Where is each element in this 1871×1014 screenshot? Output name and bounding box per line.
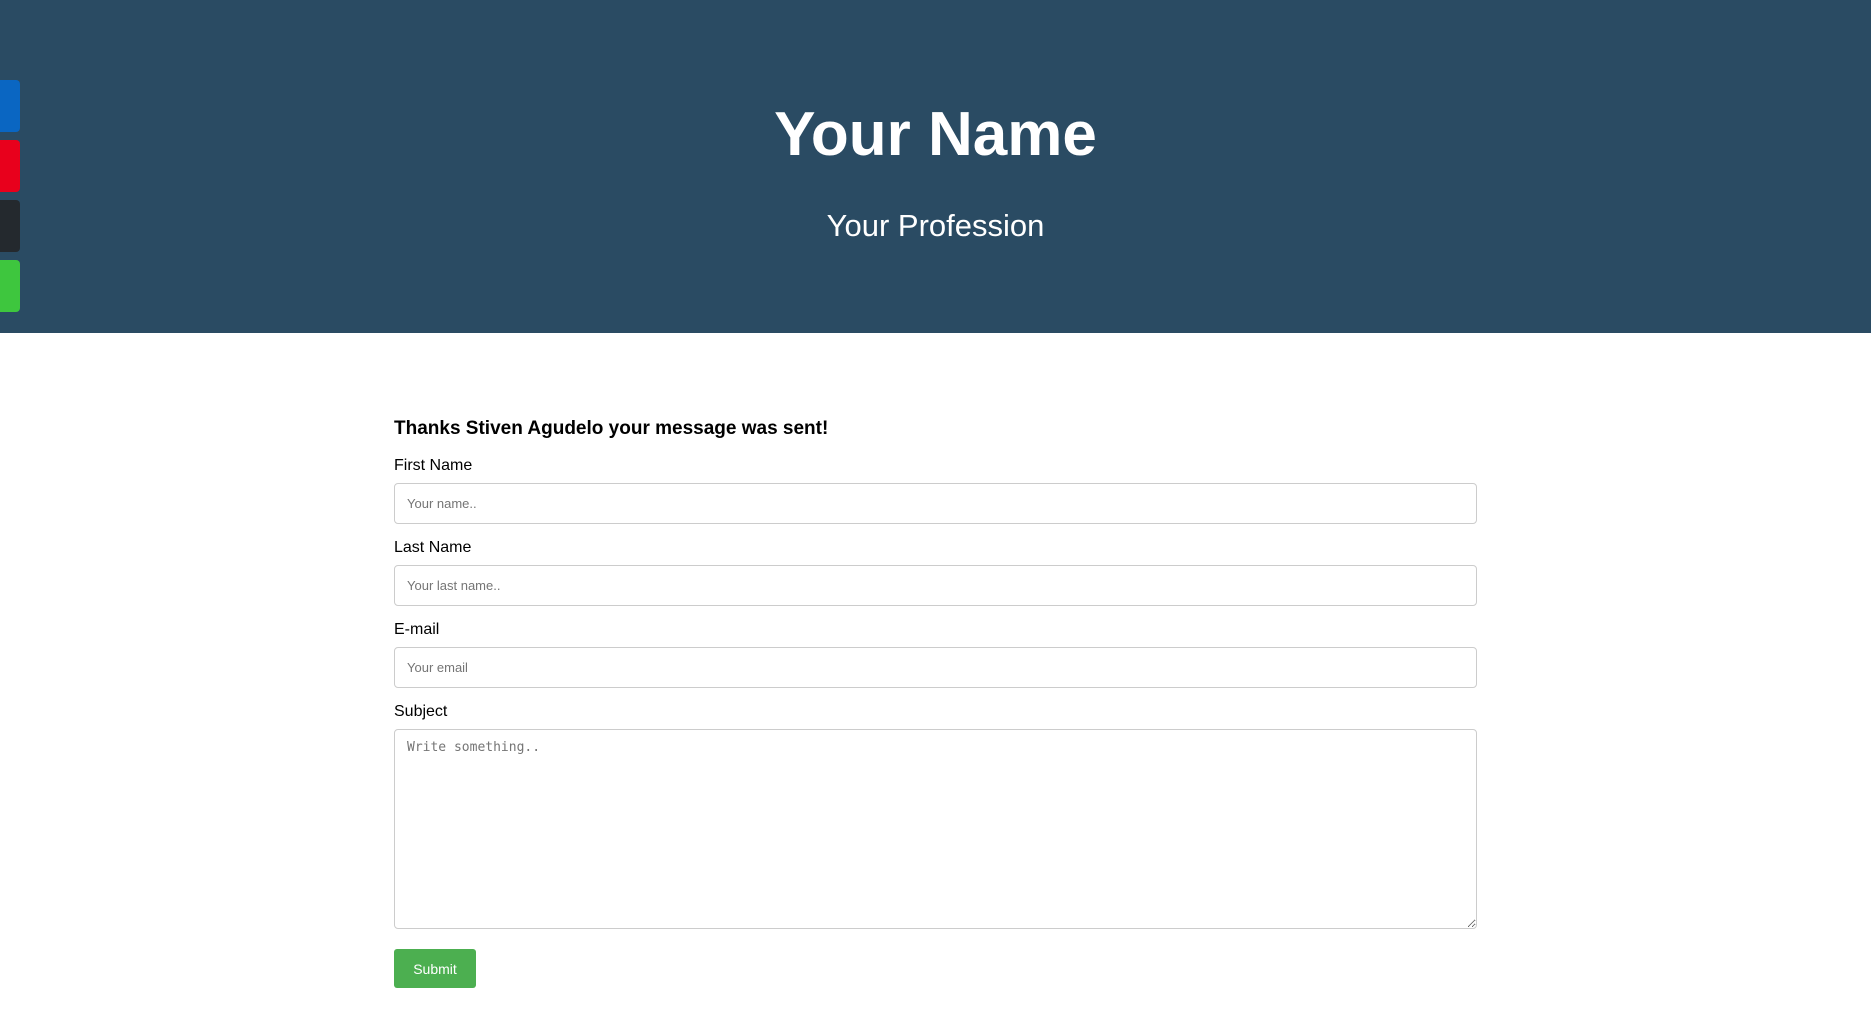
first-name-input[interactable] <box>394 483 1477 524</box>
submit-button[interactable]: Submit <box>394 949 476 988</box>
page-title: Your Name <box>774 100 1097 169</box>
social-tab-blue[interactable] <box>0 80 20 132</box>
contact-form: Thanks Stiven Agudelo your message was s… <box>394 417 1477 988</box>
last-name-input[interactable] <box>394 565 1477 606</box>
profession-subtitle: Your Profession <box>826 208 1045 243</box>
confirmation-message: Thanks Stiven Agudelo your message was s… <box>394 418 829 439</box>
social-sidebar <box>0 80 20 320</box>
social-tab-dark[interactable] <box>0 200 20 252</box>
last-name-label: Last Name <box>394 539 472 556</box>
social-tab-red[interactable] <box>0 140 20 192</box>
social-tab-green[interactable] <box>0 260 20 312</box>
email-label: E-mail <box>394 621 440 638</box>
subject-label: Subject <box>394 703 448 720</box>
page-header: Your Name Your Profession <box>0 0 1871 333</box>
email-input[interactable] <box>394 647 1477 688</box>
first-name-label: First Name <box>394 457 473 474</box>
subject-textarea[interactable] <box>394 729 1477 929</box>
